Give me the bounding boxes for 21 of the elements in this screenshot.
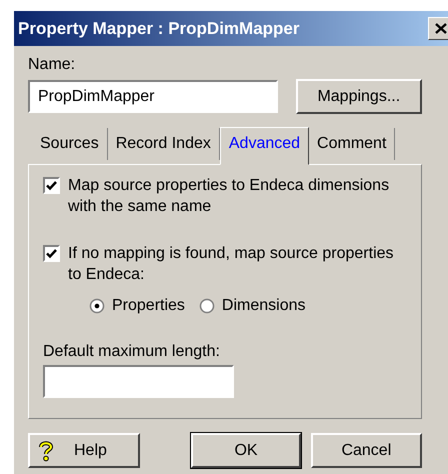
tab[interactable]: Sources (32, 128, 108, 160)
radio-button[interactable]: Dimensions (198, 297, 306, 315)
window-title: Property Mapper : PropDimMapper (18, 18, 300, 38)
max-length-label: Default maximum length: (43, 343, 221, 361)
name-label: Name: (28, 56, 76, 74)
close-button[interactable] (428, 17, 448, 40)
radio-button[interactable]: Properties (89, 297, 185, 315)
tab[interactable]: Advanced (220, 127, 310, 165)
ok-button[interactable]: OK (191, 433, 301, 468)
mappings-button[interactable]: Mappings... (296, 79, 422, 114)
tab[interactable]: Comment (309, 128, 396, 160)
help-icon (38, 440, 54, 462)
checkbox[interactable] (43, 245, 60, 262)
max-length-field[interactable] (43, 365, 234, 398)
help-button[interactable]: Help (28, 433, 140, 468)
name-field[interactable]: PropDimMapper (28, 80, 278, 113)
checkbox[interactable] (43, 177, 60, 194)
cancel-button[interactable]: Cancel (310, 433, 422, 468)
close-icon (435, 23, 447, 34)
checkbox-label: Map source properties to Endeca dimensions with the same name (68, 176, 390, 217)
checkbox-label: If no mapping is found, map source properties to Endeca: (68, 244, 395, 285)
